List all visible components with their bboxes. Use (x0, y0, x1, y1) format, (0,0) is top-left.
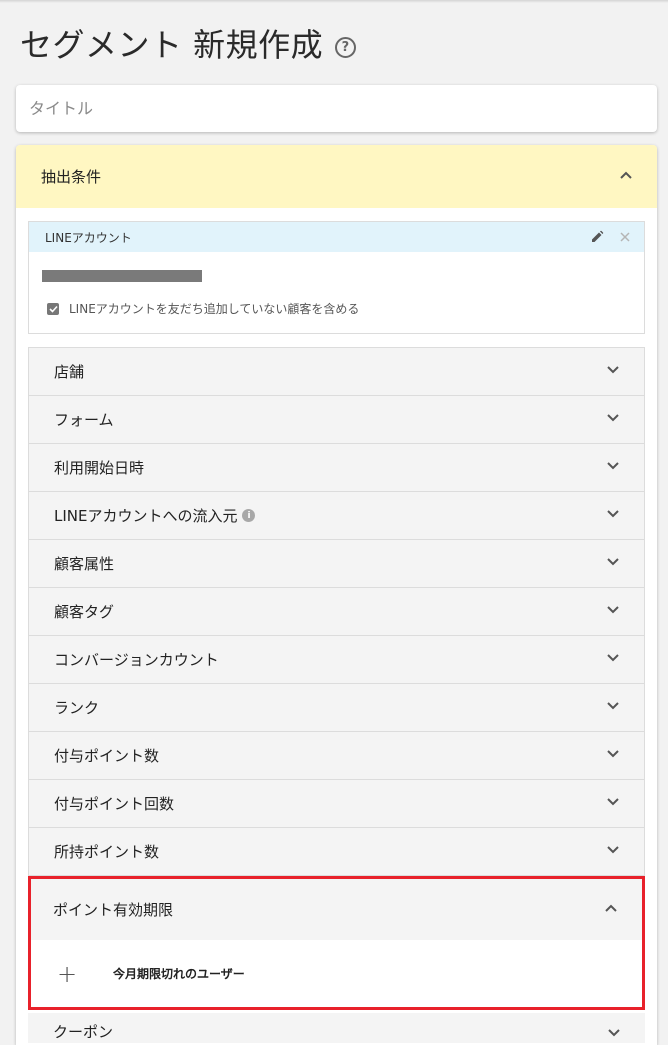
include-non-friends-checkbox[interactable] (47, 302, 59, 315)
condition-item-label: 店舗 (54, 363, 85, 381)
condition-item-granted-points[interactable]: 付与ポイント数 (29, 732, 644, 780)
point-expiry-section-highlighted: ポイント有効期限 + 今月期限切れのユーザー (28, 876, 645, 1010)
chevron-down-icon[interactable] (607, 845, 619, 858)
condition-item-label: 付与ポイント数 (54, 747, 160, 765)
condition-item-customer-tags[interactable]: 顧客タグ (29, 588, 644, 636)
topbar-shadow (0, 0, 668, 3)
chevron-down-icon[interactable] (607, 461, 619, 474)
chevron-down-icon[interactable] (607, 797, 619, 810)
condition-item-label: ランク (54, 699, 100, 717)
chevron-down-icon[interactable] (607, 509, 619, 522)
line-account-box: LINEアカウント LINEアカウントを友だち追加していない顧客を含める (28, 221, 645, 334)
condition-item-form[interactable]: フォーム (29, 396, 644, 444)
coupon-label: クーポン (53, 1023, 114, 1041)
title-input[interactable] (16, 85, 657, 132)
line-account-header: LINEアカウント (29, 222, 644, 252)
chevron-down-icon[interactable] (608, 1029, 620, 1041)
condition-item-store[interactable]: 店舗 (29, 348, 644, 396)
condition-item-start-date[interactable]: 利用開始日時 (29, 444, 644, 492)
chevron-down-icon[interactable] (607, 605, 619, 618)
chevron-down-icon[interactable] (607, 701, 619, 714)
redacted-account-name (42, 270, 202, 282)
title-field-wrapper (16, 85, 657, 132)
point-expiry-header[interactable]: ポイント有効期限 (31, 879, 642, 940)
condition-item-label: 付与ポイント回数 (54, 795, 175, 813)
condition-item-granted-point-count[interactable]: 付与ポイント回数 (29, 780, 644, 828)
condition-item-label: 顧客タグ (54, 603, 115, 621)
page-title: セグメント 新規作成 ? (20, 20, 357, 66)
chevron-up-icon[interactable] (620, 171, 632, 183)
chevron-down-icon[interactable] (607, 557, 619, 570)
condition-item-coupon[interactable]: クーポン (28, 1013, 645, 1043)
line-account-actions (590, 230, 632, 244)
condition-item-label: LINEアカウントへの流入元 (54, 507, 238, 525)
line-account-title: LINEアカウント (45, 230, 132, 245)
point-expiry-label: ポイント有効期限 (53, 901, 174, 919)
condition-item-label: フォーム (54, 411, 114, 429)
chevron-down-icon[interactable] (607, 365, 619, 378)
page-title-text: セグメント 新規作成 (20, 26, 324, 64)
condition-item-label: 利用開始日時 (54, 459, 145, 477)
conditions-header[interactable]: 抽出条件 (16, 145, 657, 208)
condition-item-label: コンバージョンカウント (54, 651, 219, 669)
condition-item-label: 顧客属性 (54, 555, 115, 573)
condition-item-conversion-count[interactable]: コンバージョンカウント (29, 636, 644, 684)
chevron-down-icon[interactable] (607, 749, 619, 762)
chevron-down-icon[interactable] (607, 413, 619, 426)
include-non-friends-label: LINEアカウントを友だち追加していない顧客を含める (69, 302, 360, 316)
condition-item-line-source[interactable]: LINEアカウントへの流入元 i (29, 492, 644, 540)
help-icon[interactable]: ? (335, 36, 357, 58)
include-non-friends-row[interactable]: LINEアカウントを友だち追加していない顧客を含める (47, 300, 359, 317)
condition-item-label: 所持ポイント数 (54, 843, 160, 861)
point-expiry-option-label: 今月期限切れのユーザー (113, 967, 245, 981)
info-icon[interactable]: i (242, 509, 256, 522)
close-icon[interactable] (618, 230, 632, 244)
edit-pencil-icon[interactable] (590, 230, 604, 244)
condition-item-customer-attributes[interactable]: 顧客属性 (29, 540, 644, 588)
condition-item-held-points[interactable]: 所持ポイント数 (29, 828, 644, 876)
conditions-header-label: 抽出条件 (41, 168, 102, 186)
conditions-list: 店舗 フォーム 利用開始日時 LINEアカウントへの流入元 i 顧客属性 顧客タ… (28, 347, 645, 876)
condition-item-label-wrap: LINEアカウントへの流入元 i (54, 505, 256, 526)
chevron-down-icon[interactable] (607, 653, 619, 666)
point-expiry-option[interactable]: + 今月期限切れのユーザー (31, 940, 642, 1007)
chevron-up-icon[interactable] (605, 904, 617, 916)
condition-item-rank[interactable]: ランク (29, 684, 644, 732)
plus-icon[interactable]: + (57, 960, 77, 988)
